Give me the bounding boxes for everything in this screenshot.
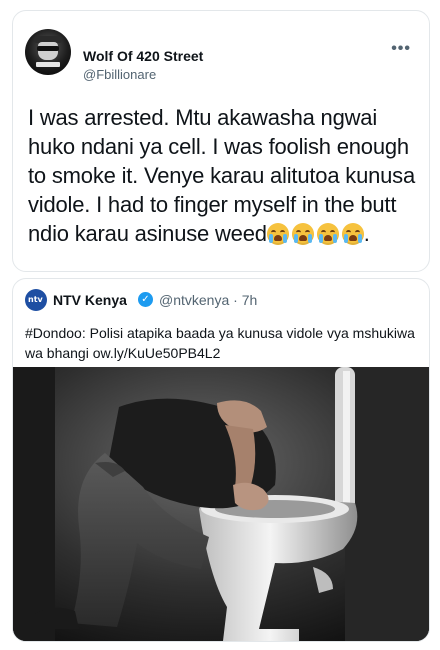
crying-face-icon — [291, 223, 314, 245]
avatar-face — [38, 42, 58, 60]
avatar-band — [36, 62, 60, 67]
ntv-logo-avatar[interactable]: ntv — [25, 289, 47, 311]
photo-illustration — [13, 367, 429, 641]
more-options-icon[interactable]: ••• — [391, 40, 411, 58]
crying-face-icon — [316, 223, 339, 245]
tweet-card[interactable]: Wolf Of 420 Street @Fbillionare ••• I wa… — [12, 10, 430, 272]
quoted-text: #Dondoo: Polisi atapika baada ya kunusa … — [25, 325, 415, 361]
quoted-photo[interactable] — [13, 367, 429, 641]
quoted-display-name[interactable]: NTV Kenya — [53, 292, 127, 308]
tweet-trailing-period: . — [363, 221, 370, 246]
verified-badge-icon: ✓ — [138, 292, 153, 307]
quoted-tweet-card[interactable]: ntv NTV Kenya ✓ @ntvkenya · 7h #Dondoo: … — [12, 278, 430, 642]
crying-face-icon — [341, 223, 364, 245]
emoji-group — [266, 223, 364, 245]
avatar-sunglasses — [37, 46, 59, 51]
crying-face-icon — [266, 223, 289, 245]
avatar[interactable] — [25, 29, 71, 75]
quoted-meta: @ntvkenya · 7h — [159, 292, 258, 308]
user-handle[interactable]: @Fbillionare — [83, 67, 156, 82]
tweet-text: I was arrested. Mtu akawasha ngwai huko … — [28, 103, 428, 248]
display-name[interactable]: Wolf Of 420 Street — [83, 48, 203, 64]
